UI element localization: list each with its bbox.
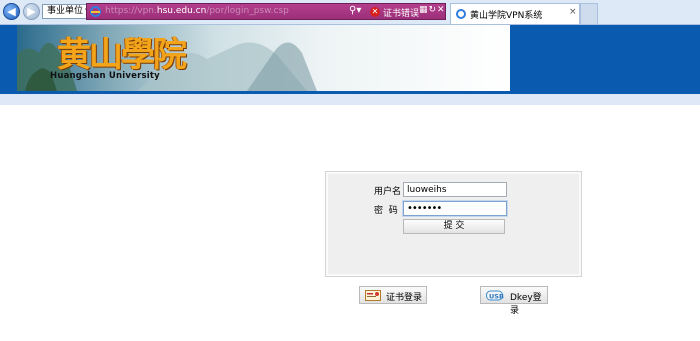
username-label: 用户名 <box>374 187 402 197</box>
logo-chinese: 黄山學院 <box>57 35 187 75</box>
login-panel: 用户名 密 码 ••••••• 提 交 <box>325 171 582 277</box>
cert-error-label[interactable]: 证书错误 <box>383 6 419 19</box>
close-icon[interactable]: × <box>569 7 577 17</box>
url-host: hsu.edu.cn <box>156 6 207 16</box>
submit-button[interactable]: 提 交 <box>403 219 505 234</box>
browser-toolbar: ◀ ▶ 事业单位▼ https://vpn.hsu.edu.cn/por/log… <box>0 0 700 25</box>
url-suffix: /por/login_psw.csp <box>206 6 289 16</box>
address-bar[interactable]: https://vpn.hsu.edu.cn/por/login_psw.csp… <box>86 3 446 20</box>
back-arrow-icon[interactable]: ◀ <box>3 3 20 20</box>
dkey-login-label: Dkey登录 <box>510 293 542 316</box>
url-prefix: https://vpn. <box>105 6 157 16</box>
new-tab-button[interactable] <box>580 3 598 24</box>
svg-text:USB: USB <box>489 293 504 301</box>
browser-tab[interactable]: 黄山学院VPN系统 × <box>450 3 580 24</box>
cert-login-button[interactable]: 证书登录 <box>359 286 427 304</box>
cert-login-label: 证书登录 <box>386 293 423 303</box>
ie-logo-icon <box>456 9 466 19</box>
certificate-icon <box>365 290 381 301</box>
password-label: 密 码 <box>374 206 398 216</box>
ie-logo-icon <box>90 6 101 17</box>
search-icon[interactable]: ⚲▾ <box>349 5 361 16</box>
forward-arrow-icon[interactable]: ▶ <box>23 3 40 20</box>
logo-english: Huangshan University <box>50 71 160 81</box>
dkey-login-button[interactable]: USB Dkey登录 <box>480 286 548 316</box>
tab-title: 黄山学院VPN系统 <box>470 11 543 21</box>
favorites-label: 事业单位 <box>47 6 84 16</box>
refresh-stop-icons[interactable]: ▦↻✕ <box>419 5 446 15</box>
header-strip <box>0 94 700 105</box>
address-url[interactable]: https://vpn.hsu.edu.cn/por/login_psw.csp <box>105 6 289 16</box>
password-input[interactable]: ••••••• <box>403 201 507 216</box>
error-x-icon[interactable]: ✕ <box>370 7 380 17</box>
university-banner: 黄山學院 Huangshan University <box>17 25 510 91</box>
username-input[interactable] <box>403 182 507 197</box>
usb-key-icon: USB <box>486 290 504 301</box>
